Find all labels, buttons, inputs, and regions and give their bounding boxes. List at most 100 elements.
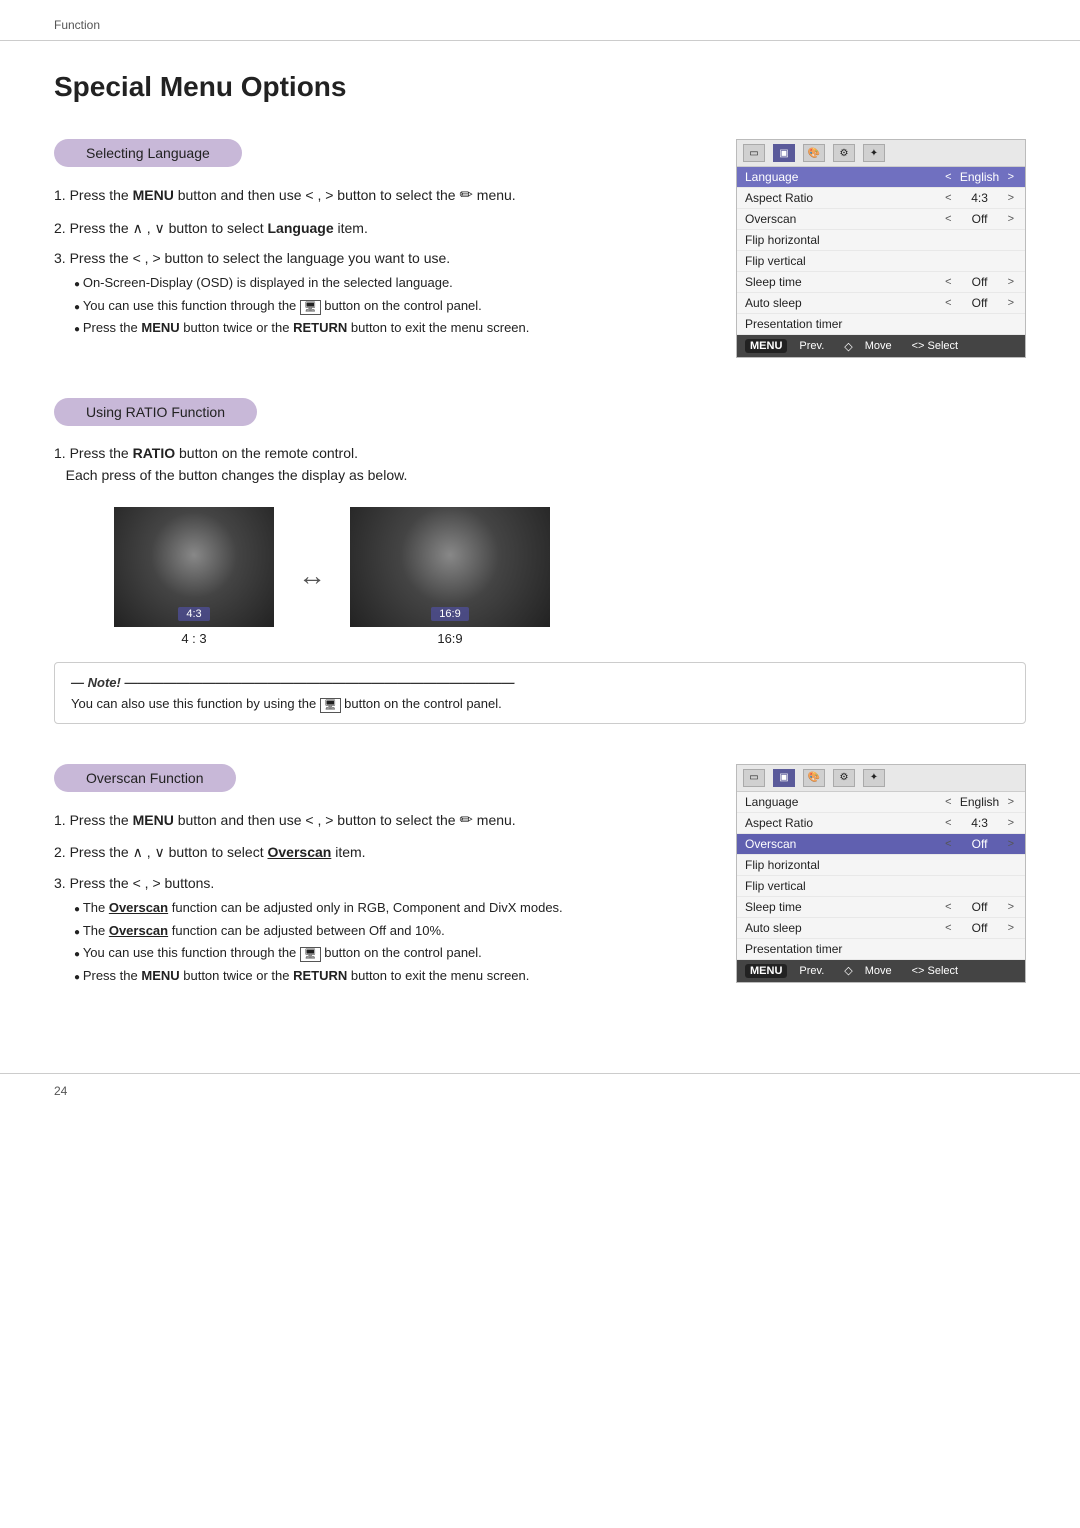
menu-value-language-1: English — [955, 170, 1005, 184]
page-title: Special Menu Options — [54, 71, 1026, 103]
menu-row-fliph-2: Flip horizontal — [737, 855, 1025, 876]
menu-arrow-right-sleep-1: > — [1008, 276, 1014, 288]
menu-label-flipv-1: Flip vertical — [745, 254, 1017, 268]
selecting-language-steps: 1. Press the MENU button and then use < … — [54, 183, 704, 338]
note-title: — Note! —————————————————————————————— — [71, 675, 1009, 690]
menu-move-icon-1: ◇ — [844, 340, 852, 353]
icon-display-active-2: ▣ — [773, 769, 795, 787]
menu-label-aspect-1: Aspect Ratio — [745, 191, 942, 205]
ratio-43-caption: 4 : 3 — [114, 631, 274, 646]
menu-label-presentation-1: Presentation timer — [745, 317, 1017, 331]
note-text: You can also use this function by using … — [71, 696, 1009, 711]
menu-arrow-left-autosleep-2: < — [945, 922, 951, 934]
step-3: 3. Press the < , > button to select the … — [54, 247, 704, 338]
menu-value-autosleep-2: Off — [955, 921, 1005, 935]
menu-arrow-right-aspect-2: > — [1008, 817, 1014, 829]
menu-row-flipv-1: Flip vertical — [737, 251, 1025, 272]
ratio-step-1: 1. Press the RATIO button on the remote … — [54, 442, 1026, 487]
menu-move-label-1: Move — [865, 340, 892, 352]
menu-row-aspect-2: Aspect Ratio < 4:3 > — [737, 813, 1025, 834]
menu-arrow-right-language-1: > — [1008, 171, 1014, 183]
bullet-2: You can use this function through the 🖥 … — [74, 296, 704, 316]
menu-mockup-1: ▭ ▣ 🎨 ⚙ ✦ Language < English > Aspect Ra… — [736, 139, 1026, 358]
menu-arrow-left-sleep-1: < — [945, 276, 951, 288]
overscan-section: Overscan Function 1. Press the MENU butt… — [54, 764, 1026, 993]
menu-label-autosleep-1: Auto sleep — [745, 296, 942, 310]
icon-settings-2: ⚙ — [833, 769, 855, 787]
menu-label-presentation-2: Presentation timer — [745, 942, 1017, 956]
menu-label-overscan-2: Overscan — [745, 837, 942, 851]
menu-arrow-right-autosleep-2: > — [1008, 922, 1014, 934]
menu-move-icon-2: ◇ — [844, 964, 852, 977]
overscan-pen-icon: ✏ — [459, 812, 472, 829]
menu-value-sleep-2: Off — [955, 900, 1005, 914]
icon-misc: ✦ — [863, 144, 885, 162]
menu-value-autosleep-1: Off — [955, 296, 1005, 310]
menu-display-2: ▭ ▣ 🎨 ⚙ ✦ Language < English > Aspect Ra… — [736, 764, 1026, 983]
menu-display-1: ▭ ▣ 🎨 ⚙ ✦ Language < English > Aspect Ra… — [736, 139, 1026, 358]
note-box: — Note! —————————————————————————————— Y… — [54, 662, 1026, 724]
ratio-43-image: 4:3 — [114, 507, 274, 627]
page-content: Special Menu Options Selecting Language … — [0, 41, 1080, 1073]
menu-arrow-left-sleep-2: < — [945, 901, 951, 913]
menu-select-1: <> Select — [912, 340, 958, 352]
menu-label-language-2: Language — [745, 795, 942, 809]
menu-row-autosleep-1: Auto sleep < Off > — [737, 293, 1025, 314]
menu-row-aspect-1: Aspect Ratio < 4:3 > — [737, 188, 1025, 209]
ratio-43-box: 4:3 4 : 3 — [114, 507, 274, 646]
overscan-bullets: The Overscan function can be adjusted on… — [74, 898, 704, 985]
menu-value-overscan-1: Off — [955, 212, 1005, 226]
menu-prev-2: Prev. — [799, 965, 824, 977]
menu-row-sleep-1: Sleep time < Off > — [737, 272, 1025, 293]
menu-label-sleep-1: Sleep time — [745, 275, 942, 289]
overscan-steps: 1. Press the MENU button and then use < … — [54, 808, 704, 985]
icon-color: 🎨 — [803, 144, 825, 162]
menu-icons-row-1: ▭ ▣ 🎨 ⚙ ✦ — [737, 140, 1025, 167]
menu-label-autosleep-2: Auto sleep — [745, 921, 942, 935]
menu-arrow-left-overscan-1: < — [945, 213, 951, 225]
menu-arrow-right-autosleep-1: > — [1008, 297, 1014, 309]
ratio-169-caption: 16:9 — [350, 631, 550, 646]
ratio-header: Using RATIO Function — [54, 398, 257, 426]
icon-pen: ✏ — [459, 187, 472, 204]
menu-btn-2: MENU — [745, 964, 787, 978]
overscan-left: Overscan Function 1. Press the MENU butt… — [54, 764, 704, 993]
language-bold: Language — [268, 220, 334, 236]
menu-row-overscan-2: Overscan < Off > — [737, 834, 1025, 855]
menu-prev-1: Prev. — [799, 340, 824, 352]
menu-label-language-1: Language — [745, 170, 942, 184]
ratio-169-label: 16:9 — [431, 607, 468, 621]
step-1: 1. Press the MENU button and then use < … — [54, 183, 704, 209]
icon-settings: ⚙ — [833, 144, 855, 162]
menu-icons-row-2: ▭ ▣ 🎨 ⚙ ✦ — [737, 765, 1025, 792]
overscan-bullet-3: You can use this function through the 🖥 … — [74, 943, 704, 963]
menu-footer-1: MENU Prev. ◇ Move <> Select — [737, 335, 1025, 357]
menu-arrow-left-autosleep-1: < — [945, 297, 951, 309]
selecting-language-section: Selecting Language 1. Press the MENU but… — [54, 139, 1026, 358]
menu-row-presentation-2: Presentation timer — [737, 939, 1025, 960]
menu-arrow-left-language-1: < — [945, 171, 951, 183]
overscan-step-2: 2. Press the ∧ , ∨ button to select Over… — [54, 841, 704, 863]
menu-arrow-right-overscan-2: > — [1008, 838, 1014, 850]
menu-row-fliph-1: Flip horizontal — [737, 230, 1025, 251]
menu-arrow-left-language-2: < — [945, 796, 951, 808]
overscan-step-3: 3. Press the < , > buttons. The Overscan… — [54, 872, 704, 985]
icon-display-2: ▭ — [743, 769, 765, 787]
menu-row-autosleep-2: Auto sleep < Off > — [737, 918, 1025, 939]
page-header: Function — [0, 0, 1080, 41]
step-2: 2. Press the ∧ , ∨ button to select Lang… — [54, 217, 704, 239]
menu-arrow-right-language-2: > — [1008, 796, 1014, 808]
menu-bold: MENU — [133, 187, 174, 203]
menu-row-sleep-2: Sleep time < Off > — [737, 897, 1025, 918]
ratio-43-label: 4:3 — [178, 607, 209, 621]
overscan-header: Overscan Function — [54, 764, 236, 792]
menu-move-label-2: Move — [865, 965, 892, 977]
menu-row-language-2: Language < English > — [737, 792, 1025, 813]
icon-misc-2: ✦ — [863, 769, 885, 787]
control-icon: 🖥 — [300, 300, 321, 315]
selecting-language-left: Selecting Language 1. Press the MENU but… — [54, 139, 704, 358]
overscan-bold: Overscan — [268, 844, 332, 860]
menu-footer-2: MENU Prev. ◇ Move <> Select — [737, 960, 1025, 982]
menu-value-sleep-1: Off — [955, 275, 1005, 289]
menu-label-sleep-2: Sleep time — [745, 900, 942, 914]
